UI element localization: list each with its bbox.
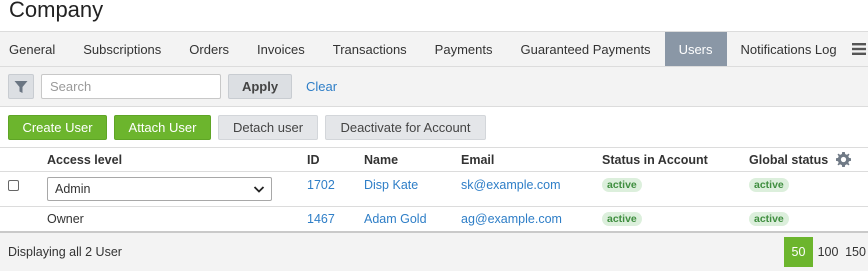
tab-guaranteed-payments[interactable]: Guaranteed Payments xyxy=(506,32,664,66)
chevron-down-icon xyxy=(253,186,265,193)
search-input[interactable] xyxy=(41,74,221,99)
tab-users[interactable]: Users xyxy=(664,32,727,66)
access-level-select[interactable]: Admin xyxy=(47,177,272,201)
attach-user-button[interactable]: Attach User xyxy=(114,115,211,140)
row-select-checkbox[interactable] xyxy=(8,180,19,191)
access-level-text: Owner xyxy=(47,212,84,226)
clear-link[interactable]: Clear xyxy=(306,79,337,94)
global-status-badge: active xyxy=(749,178,789,192)
table-row: Admin 1702 Disp Kate sk@example.com acti… xyxy=(0,172,868,207)
access-level-value: Admin xyxy=(55,182,91,196)
tabs-menu-button[interactable] xyxy=(851,32,868,66)
user-email-link[interactable]: sk@example.com xyxy=(461,178,561,192)
tab-invoices[interactable]: Invoices xyxy=(243,32,319,66)
tab-subscriptions[interactable]: Subscriptions xyxy=(69,32,175,66)
page-size-50[interactable]: 50 xyxy=(784,237,813,267)
column-header-access-level[interactable]: Access level xyxy=(47,153,122,167)
tab-payments[interactable]: Payments xyxy=(421,32,507,66)
column-header-email[interactable]: Email xyxy=(461,153,494,167)
gear-icon xyxy=(836,152,851,167)
filter-icon xyxy=(14,80,28,93)
user-name-link[interactable]: Disp Kate xyxy=(364,178,418,192)
create-user-button[interactable]: Create User xyxy=(8,115,107,140)
user-email-link[interactable]: ag@example.com xyxy=(461,212,562,226)
tab-general[interactable]: General xyxy=(0,32,69,66)
detach-user-button[interactable]: Detach user xyxy=(218,115,318,140)
user-id-link[interactable]: 1467 xyxy=(307,212,335,226)
table-header: Access level ID Name Email Status in Acc… xyxy=(0,148,868,172)
tab-bar: General Subscriptions Orders Invoices Tr… xyxy=(0,31,868,67)
column-header-name[interactable]: Name xyxy=(364,153,398,167)
tab-orders[interactable]: Orders xyxy=(175,32,243,66)
column-header-global-status[interactable]: Global status xyxy=(749,153,828,167)
column-header-status-in-account[interactable]: Status in Account xyxy=(602,153,708,167)
filter-bar: Apply Clear xyxy=(0,67,868,107)
column-header-id[interactable]: ID xyxy=(307,153,320,167)
global-status-badge: active xyxy=(749,212,789,226)
hamburger-menu-icon xyxy=(852,43,867,55)
user-id-link[interactable]: 1702 xyxy=(307,178,335,192)
page-title: Company xyxy=(9,0,104,22)
table-footer: Displaying all 2 User 50 100 150 xyxy=(0,233,868,271)
tab-notifications-log[interactable]: Notifications Log xyxy=(727,32,851,66)
page-size-150[interactable]: 150 xyxy=(843,237,868,267)
table-row: Owner 1467 Adam Gold ag@example.com acti… xyxy=(0,207,868,233)
apply-button[interactable]: Apply xyxy=(228,74,292,99)
status-badge: active xyxy=(602,178,642,192)
record-count-text: Displaying all 2 User xyxy=(8,245,122,259)
action-bar: Create User Attach User Detach user Deac… xyxy=(0,107,868,148)
user-name-link[interactable]: Adam Gold xyxy=(364,212,427,226)
status-badge: active xyxy=(602,212,642,226)
tab-transactions[interactable]: Transactions xyxy=(319,32,421,66)
filter-toggle-button[interactable] xyxy=(8,74,34,99)
column-settings-button[interactable] xyxy=(836,152,851,170)
deactivate-for-account-button[interactable]: Deactivate for Account xyxy=(325,115,486,140)
page-size-100[interactable]: 100 xyxy=(814,237,842,267)
